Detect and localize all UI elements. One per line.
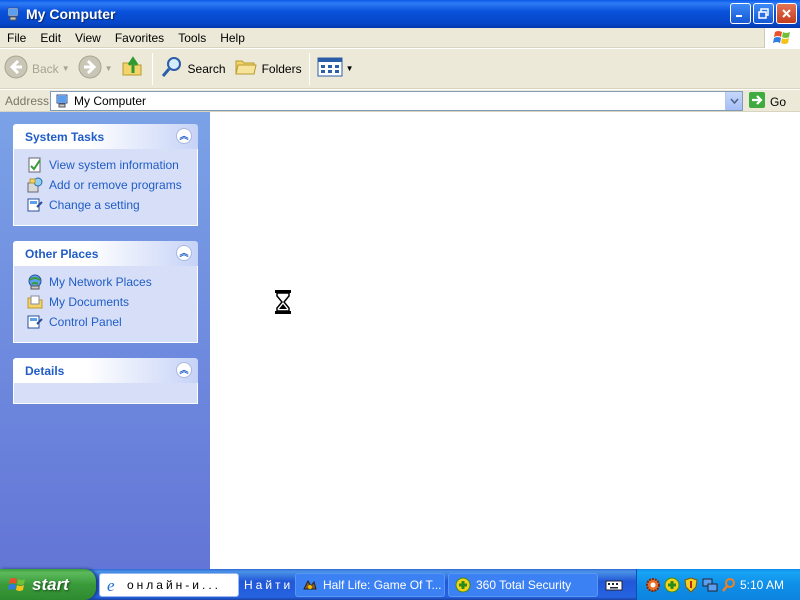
internet-explorer-icon: e [106, 577, 122, 593]
windows-logo-icon [764, 28, 800, 48]
forward-arrow-icon [78, 55, 102, 82]
menu-tools[interactable]: Tools [171, 28, 213, 48]
menu-bar: File Edit View Favorites Tools Help [0, 28, 800, 48]
start-button[interactable]: start [0, 569, 96, 600]
file-view-area[interactable] [210, 112, 800, 569]
task-pane: System Tasks ︽ View system information A… [0, 112, 210, 569]
close-button[interactable] [776, 3, 797, 24]
forward-button[interactable]: ▼ [74, 51, 117, 87]
tray-gear-icon[interactable] [645, 577, 661, 593]
system-tasks-panel: System Tasks ︽ View system information A… [13, 124, 198, 226]
tray-shield-icon[interactable] [683, 576, 699, 593]
forward-dropdown-icon[interactable]: ▼ [105, 64, 113, 73]
address-bar: Address My Computer Go [0, 90, 800, 112]
system-information-icon [26, 156, 44, 174]
collapse-chevron-icon[interactable]: ︽ [176, 245, 192, 261]
hourglass-cursor-icon [275, 290, 291, 314]
add-remove-programs-icon [26, 176, 44, 194]
views-dropdown-icon[interactable]: ▼ [346, 64, 354, 73]
title-bar[interactable]: My Computer [0, 0, 800, 28]
find-toolbar[interactable]: Найти [242, 573, 292, 597]
svg-text:e: e [107, 577, 118, 593]
half-life-game-icon [302, 577, 318, 593]
folders-icon [234, 55, 258, 82]
minimize-button[interactable] [730, 3, 751, 24]
back-button[interactable]: Back ▼ [0, 51, 74, 87]
add-remove-programs-link[interactable]: Add or remove programs [26, 175, 197, 195]
control-panel-icon [26, 196, 44, 214]
menu-favorites[interactable]: Favorites [108, 28, 171, 48]
my-computer-small-icon [54, 93, 70, 109]
keyboard-language-button[interactable] [601, 573, 627, 597]
control-panel-icon [26, 313, 44, 331]
menu-edit[interactable]: Edit [33, 28, 68, 48]
security-plus-icon [455, 577, 471, 593]
go-button[interactable]: Go [748, 91, 786, 112]
view-system-information-link[interactable]: View system information [26, 155, 197, 175]
search-button[interactable]: Search [156, 51, 230, 87]
my-network-places-link[interactable]: My Network Places [26, 272, 197, 292]
taskbar-half-life-button[interactable]: Half Life: Game Of T... [295, 572, 445, 597]
change-a-setting-link[interactable]: Change a setting [26, 195, 197, 215]
up-folder-button[interactable] [117, 51, 149, 87]
my-documents-link[interactable]: My Documents [26, 292, 197, 312]
address-dropdown-button[interactable] [725, 92, 742, 110]
details-panel: Details ︽ [13, 358, 198, 404]
other-places-header[interactable]: Other Places ︽ [13, 241, 198, 266]
tray-search-icon[interactable] [721, 577, 737, 593]
menu-help[interactable]: Help [213, 28, 252, 48]
maximize-button[interactable] [753, 3, 774, 24]
collapse-chevron-icon[interactable]: ︽ [176, 362, 192, 378]
up-folder-icon [121, 55, 145, 82]
address-input[interactable]: My Computer [50, 91, 743, 111]
window-title: My Computer [26, 6, 116, 22]
toolbar-separator [151, 52, 153, 85]
system-tray: 5:10 AM [636, 569, 800, 600]
menu-view[interactable]: View [68, 28, 108, 48]
tray-360-security-icon[interactable] [664, 577, 680, 593]
toolbar-separator [308, 52, 310, 85]
toolbar: Back ▼ ▼ Search Folders ▼ [0, 49, 800, 89]
taskbar: start e онлайн-и... Найти Half Life: Gam… [0, 569, 800, 600]
keyboard-icon [605, 578, 623, 592]
clock[interactable]: 5:10 AM [740, 578, 784, 592]
collapse-chevron-icon[interactable]: ︽ [176, 128, 192, 144]
address-label: Address [5, 93, 50, 108]
folders-button[interactable]: Folders [230, 51, 306, 87]
views-icon [317, 56, 343, 81]
views-button[interactable]: ▼ [313, 51, 358, 87]
my-documents-icon [26, 293, 44, 311]
my-computer-icon [5, 6, 21, 22]
other-places-panel: Other Places ︽ My Network Places My Docu… [13, 241, 198, 343]
ie-address-toolbar[interactable]: e онлайн-и... [99, 572, 239, 597]
back-dropdown-icon[interactable]: ▼ [62, 64, 70, 73]
go-arrow-icon [748, 91, 766, 112]
network-places-icon [26, 273, 44, 291]
taskbar-360-security-button[interactable]: 360 Total Security [448, 572, 598, 597]
tray-network-icon[interactable] [702, 577, 718, 593]
menu-file[interactable]: File [0, 28, 33, 48]
back-arrow-icon [4, 55, 28, 82]
control-panel-link[interactable]: Control Panel [26, 312, 197, 332]
details-header[interactable]: Details ︽ [13, 358, 198, 383]
search-icon [160, 55, 184, 82]
system-tasks-header[interactable]: System Tasks ︽ [13, 124, 198, 149]
windows-flag-icon [8, 576, 28, 594]
